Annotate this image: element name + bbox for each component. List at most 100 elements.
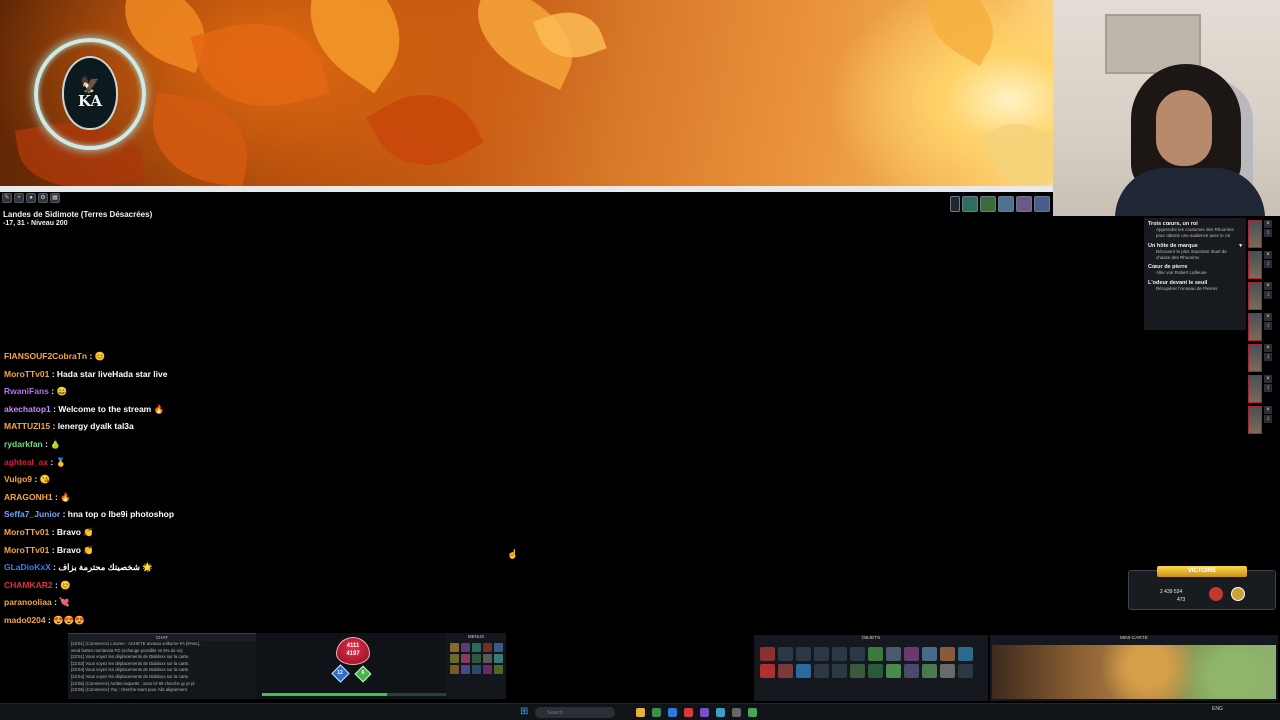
- swap-icon[interactable]: ↕: [1264, 384, 1272, 392]
- menu-shortcut-icon[interactable]: [461, 643, 470, 652]
- quick-slot-3[interactable]: [998, 196, 1014, 212]
- close-icon[interactable]: ×: [1264, 220, 1272, 228]
- app-icon[interactable]: [668, 708, 677, 717]
- app-icon[interactable]: [716, 708, 725, 717]
- object-slot[interactable]: [904, 647, 919, 661]
- party-member[interactable]: × ↕: [1248, 375, 1278, 403]
- object-slot[interactable]: [778, 664, 793, 678]
- minimap-header[interactable]: MINI-CARTE: [990, 635, 1278, 643]
- quest-item[interactable]: L'odeur devant le seuil Récupérer l'Anne…: [1148, 280, 1242, 292]
- menu-shortcut-icon[interactable]: [472, 643, 481, 652]
- game-window-titlebar[interactable]: [0, 186, 1053, 192]
- menu-shortcut-icon[interactable]: [494, 654, 503, 663]
- quick-slot-2[interactable]: [980, 196, 996, 212]
- chat-username[interactable]: GLaDioKxX: [4, 562, 51, 572]
- object-slot[interactable]: [958, 664, 973, 678]
- party-member[interactable]: × ↕: [1248, 406, 1278, 434]
- taskbar-search-input[interactable]: [535, 707, 615, 718]
- object-slot[interactable]: [760, 664, 775, 678]
- object-slot[interactable]: [814, 664, 829, 678]
- object-slot[interactable]: [868, 664, 883, 678]
- windows-start-icon[interactable]: ⊞: [520, 707, 530, 717]
- object-slot[interactable]: [850, 664, 865, 678]
- menu-shortcut-icon[interactable]: [450, 665, 459, 674]
- menu-shortcut-icon[interactable]: [461, 665, 470, 674]
- object-slot[interactable]: [778, 647, 793, 661]
- object-slot[interactable]: [958, 647, 973, 661]
- menu-shortcut-icon[interactable]: [450, 643, 459, 652]
- chat-username[interactable]: RwaniFans: [4, 386, 49, 396]
- chat-username[interactable]: CHAMKAR2: [4, 580, 53, 590]
- menu-shortcut-icon[interactable]: [450, 654, 459, 663]
- chat-username[interactable]: akechatop1: [4, 404, 51, 414]
- grid-icon[interactable]: ▦: [50, 193, 60, 203]
- party-member[interactable]: × ↕: [1248, 313, 1278, 341]
- menus-header[interactable]: MENUS: [446, 633, 506, 640]
- chevron-down-icon[interactable]: ▾: [1239, 243, 1242, 249]
- app-icon[interactable]: [732, 708, 741, 717]
- record-icon[interactable]: ●: [26, 193, 36, 203]
- object-slot[interactable]: [886, 664, 901, 678]
- object-slot[interactable]: [814, 647, 829, 661]
- collapse-icon[interactable]: [950, 196, 960, 212]
- party-member[interactable]: × ↕: [1248, 344, 1278, 372]
- language-indicator[interactable]: ENG: [1212, 706, 1223, 712]
- menu-shortcut-icon[interactable]: [483, 643, 492, 652]
- object-slot[interactable]: [796, 647, 811, 661]
- loot-item-icon[interactable]: [1209, 587, 1223, 601]
- object-slot[interactable]: [868, 647, 883, 661]
- chat-username[interactable]: FIANSOUF2CobraTn: [4, 351, 87, 361]
- chat-username[interactable]: MoroTTv01: [4, 527, 49, 537]
- chat-username[interactable]: Seffa7_Junior: [4, 509, 60, 519]
- close-icon[interactable]: ×: [1264, 313, 1272, 321]
- menu-shortcut-icon[interactable]: [494, 665, 503, 674]
- app-icon[interactable]: [652, 708, 661, 717]
- edit-icon[interactable]: ✎: [2, 193, 12, 203]
- chat-username[interactable]: ARAGONH1: [4, 492, 53, 502]
- menu-shortcut-icon[interactable]: [483, 665, 492, 674]
- swap-icon[interactable]: ↕: [1264, 322, 1272, 330]
- objects-header[interactable]: OBJETS: [754, 635, 988, 643]
- object-slot[interactable]: [850, 647, 865, 661]
- chat-username[interactable]: MATTUZI15: [4, 421, 50, 431]
- chat-username[interactable]: MoroTTv01: [4, 369, 49, 379]
- close-icon[interactable]: ×: [1264, 251, 1272, 259]
- menu-shortcut-icon[interactable]: [472, 654, 481, 663]
- object-slot[interactable]: [886, 647, 901, 661]
- plus-icon[interactable]: +: [14, 193, 24, 203]
- object-slot[interactable]: [940, 664, 955, 678]
- app-icon[interactable]: [700, 708, 709, 717]
- party-member[interactable]: × ↕: [1248, 220, 1278, 248]
- quick-slot-1[interactable]: [962, 196, 978, 212]
- chat-username[interactable]: aghteal_ax: [4, 457, 48, 467]
- quick-slot-5[interactable]: [1034, 196, 1050, 212]
- close-icon[interactable]: ×: [1264, 375, 1272, 383]
- object-slot[interactable]: [760, 647, 775, 661]
- close-icon[interactable]: ×: [1264, 344, 1272, 352]
- file-explorer-icon[interactable]: [636, 708, 645, 717]
- swap-icon[interactable]: ↕: [1264, 353, 1272, 361]
- object-slot[interactable]: [796, 664, 811, 678]
- object-slot[interactable]: [832, 647, 847, 661]
- health-heart[interactable]: 4111 4197: [336, 637, 370, 665]
- browser-icon[interactable]: [684, 708, 693, 717]
- menu-shortcut-icon[interactable]: [472, 665, 481, 674]
- object-slot[interactable]: [904, 664, 919, 678]
- party-member[interactable]: × ↕: [1248, 282, 1278, 310]
- swap-icon[interactable]: ↕: [1264, 260, 1272, 268]
- chat-header[interactable]: CHAT: [68, 634, 256, 641]
- app-icon[interactable]: [748, 708, 757, 717]
- chat-username[interactable]: Vulgo9: [4, 474, 32, 484]
- settings-icon[interactable]: ⚙: [38, 193, 48, 203]
- chat-username[interactable]: rydarkfan: [4, 439, 43, 449]
- object-slot[interactable]: [832, 664, 847, 678]
- party-member[interactable]: × ↕: [1248, 251, 1278, 279]
- object-slot[interactable]: [922, 647, 937, 661]
- chat-username[interactable]: MoroTTv01: [4, 545, 49, 555]
- menu-shortcut-icon[interactable]: [494, 643, 503, 652]
- minimap[interactable]: [992, 645, 1276, 699]
- close-icon[interactable]: ×: [1264, 406, 1272, 414]
- quest-item[interactable]: Trois cœurs, un roi Apprendre les coutum…: [1148, 221, 1242, 239]
- swap-icon[interactable]: ↕: [1264, 229, 1272, 237]
- chat-username[interactable]: paranooliaa: [4, 597, 52, 607]
